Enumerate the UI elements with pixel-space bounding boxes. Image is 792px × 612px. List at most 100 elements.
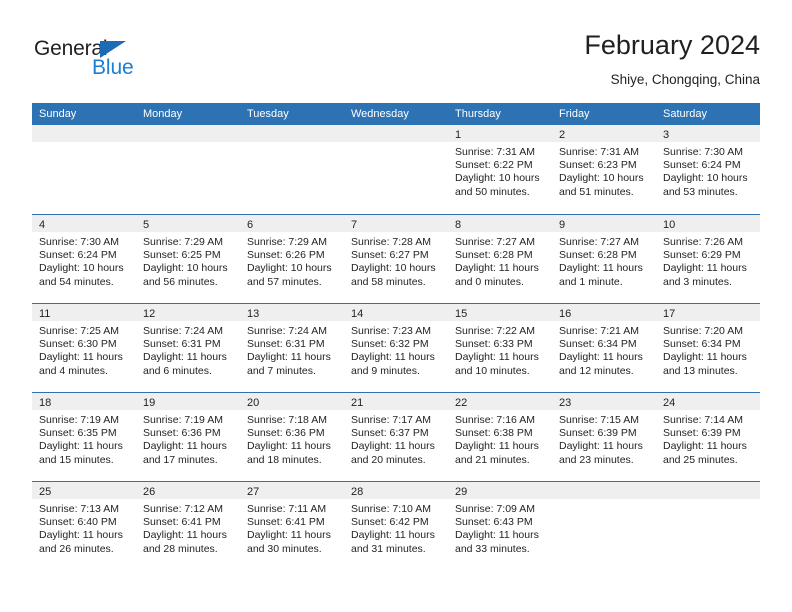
calendar-day-cell[interactable]: 23 Sunrise: 7:15 AM Sunset: 6:39 PM Dayl… — [552, 393, 656, 481]
daylight-text-line2: and 50 minutes. — [455, 185, 530, 198]
day-number: 5 — [143, 219, 150, 231]
daylight-text-line2: and 15 minutes. — [39, 453, 114, 466]
sunset-text: Sunset: 6:34 PM — [559, 338, 637, 351]
day-number: 21 — [351, 397, 364, 409]
page-subtitle-location: Shiye, Chongqing, China — [610, 72, 760, 87]
daylight-text-line2: and 28 minutes. — [143, 542, 218, 555]
day-details: Sunrise: 7:31 AM Sunset: 6:23 PM Dayligh… — [552, 142, 656, 199]
calendar-day-cell[interactable]: 3 Sunrise: 7:30 AM Sunset: 6:24 PM Dayli… — [656, 125, 760, 214]
title-block: February 2024 Shiye, Chongqing, China — [584, 28, 760, 90]
day-details: Sunrise: 7:19 AM Sunset: 6:35 PM Dayligh… — [32, 410, 136, 467]
sunset-text: Sunset: 6:41 PM — [143, 516, 221, 529]
day-details: Sunrise: 7:24 AM Sunset: 6:31 PM Dayligh… — [136, 321, 240, 378]
daylight-text-line1: Daylight: 11 hours — [143, 440, 227, 453]
calendar-grid: Sunday Monday Tuesday Wednesday Thursday… — [32, 103, 760, 570]
calendar-day-cell[interactable]: 17 Sunrise: 7:20 AM Sunset: 6:34 PM Dayl… — [656, 304, 760, 392]
calendar-day-cell[interactable] — [552, 482, 656, 570]
daylight-text-line1: Daylight: 11 hours — [247, 351, 331, 364]
sunrise-text: Sunrise: 7:20 AM — [663, 325, 743, 337]
day-number: 22 — [455, 397, 468, 409]
daylight-text-line1: Daylight: 10 hours — [559, 172, 644, 185]
daylight-text-line2: and 54 minutes. — [39, 275, 114, 288]
calendar-day-cell[interactable]: 10 Sunrise: 7:26 AM Sunset: 6:29 PM Dayl… — [656, 215, 760, 303]
calendar-day-cell[interactable]: 7 Sunrise: 7:28 AM Sunset: 6:27 PM Dayli… — [344, 215, 448, 303]
calendar-day-cell[interactable]: 11 Sunrise: 7:25 AM Sunset: 6:30 PM Dayl… — [32, 304, 136, 392]
calendar-day-cell[interactable]: 13 Sunrise: 7:24 AM Sunset: 6:31 PM Dayl… — [240, 304, 344, 392]
day-number-band: 12 — [136, 304, 240, 321]
calendar-day-cell[interactable]: 21 Sunrise: 7:17 AM Sunset: 6:37 PM Dayl… — [344, 393, 448, 481]
calendar-day-cell[interactable] — [344, 125, 448, 214]
calendar-day-cell[interactable]: 15 Sunrise: 7:22 AM Sunset: 6:33 PM Dayl… — [448, 304, 552, 392]
day-number: 2 — [559, 129, 566, 141]
page-title: February 2024 — [584, 30, 760, 60]
calendar-day-cell[interactable]: 16 Sunrise: 7:21 AM Sunset: 6:34 PM Dayl… — [552, 304, 656, 392]
calendar-day-cell[interactable]: 4 Sunrise: 7:30 AM Sunset: 6:24 PM Dayli… — [32, 215, 136, 303]
calendar-day-cell[interactable]: 28 Sunrise: 7:10 AM Sunset: 6:42 PM Dayl… — [344, 482, 448, 570]
daylight-text-line2: and 23 minutes. — [559, 453, 634, 466]
sunrise-text: Sunrise: 7:31 AM — [559, 146, 639, 158]
day-number: 12 — [143, 308, 156, 320]
calendar-day-cell[interactable]: 14 Sunrise: 7:23 AM Sunset: 6:32 PM Dayl… — [344, 304, 448, 392]
daylight-text-line1: Daylight: 11 hours — [559, 440, 643, 453]
day-details: Sunrise: 7:11 AM Sunset: 6:41 PM Dayligh… — [240, 499, 344, 556]
daylight-text-line1: Daylight: 11 hours — [143, 351, 227, 364]
calendar-day-cell[interactable]: 18 Sunrise: 7:19 AM Sunset: 6:35 PM Dayl… — [32, 393, 136, 481]
weekday-header-thursday: Thursday — [455, 108, 501, 120]
calendar-week-row: 18 Sunrise: 7:19 AM Sunset: 6:35 PM Dayl… — [32, 392, 760, 481]
day-details: Sunrise: 7:26 AM Sunset: 6:29 PM Dayligh… — [656, 232, 760, 289]
sunrise-text: Sunrise: 7:17 AM — [351, 414, 431, 426]
sunrise-text: Sunrise: 7:24 AM — [247, 325, 327, 337]
day-number: 26 — [143, 486, 156, 498]
calendar-day-cell[interactable]: 9 Sunrise: 7:27 AM Sunset: 6:28 PM Dayli… — [552, 215, 656, 303]
daylight-text-line1: Daylight: 11 hours — [663, 440, 747, 453]
calendar-day-cell[interactable]: 12 Sunrise: 7:24 AM Sunset: 6:31 PM Dayl… — [136, 304, 240, 392]
sunrise-text: Sunrise: 7:27 AM — [559, 236, 639, 248]
day-number: 13 — [247, 308, 260, 320]
calendar-day-cell[interactable]: 6 Sunrise: 7:29 AM Sunset: 6:26 PM Dayli… — [240, 215, 344, 303]
calendar-day-cell[interactable]: 8 Sunrise: 7:27 AM Sunset: 6:28 PM Dayli… — [448, 215, 552, 303]
daylight-text-line1: Daylight: 10 hours — [247, 262, 332, 275]
day-number-band: 9 — [552, 215, 656, 232]
day-details: Sunrise: 7:21 AM Sunset: 6:34 PM Dayligh… — [552, 321, 656, 378]
calendar-day-cell[interactable]: 22 Sunrise: 7:16 AM Sunset: 6:38 PM Dayl… — [448, 393, 552, 481]
calendar-day-cell[interactable]: 2 Sunrise: 7:31 AM Sunset: 6:23 PM Dayli… — [552, 125, 656, 214]
day-number-band: 26 — [136, 482, 240, 499]
calendar-day-cell[interactable]: 26 Sunrise: 7:12 AM Sunset: 6:41 PM Dayl… — [136, 482, 240, 570]
calendar-day-cell[interactable]: 29 Sunrise: 7:09 AM Sunset: 6:43 PM Dayl… — [448, 482, 552, 570]
sunset-text: Sunset: 6:39 PM — [559, 427, 637, 440]
general-blue-logo: General Blue — [34, 38, 234, 88]
day-number-band — [240, 125, 344, 142]
day-details: Sunrise: 7:18 AM Sunset: 6:36 PM Dayligh… — [240, 410, 344, 467]
day-number-band: 14 — [344, 304, 448, 321]
day-number — [136, 129, 143, 141]
daylight-text-line1: Daylight: 11 hours — [663, 262, 747, 275]
calendar-day-cell[interactable] — [136, 125, 240, 214]
calendar-day-cell[interactable]: 1 Sunrise: 7:31 AM Sunset: 6:22 PM Dayli… — [448, 125, 552, 214]
day-number-band: 3 — [656, 125, 760, 142]
day-details: Sunrise: 7:29 AM Sunset: 6:25 PM Dayligh… — [136, 232, 240, 289]
day-number-band: 10 — [656, 215, 760, 232]
calendar-page: General Blue February 2024 Shiye, Chongq… — [0, 0, 792, 612]
calendar-week-row: 1 Sunrise: 7:31 AM Sunset: 6:22 PM Dayli… — [32, 125, 760, 214]
calendar-day-cell[interactable] — [656, 482, 760, 570]
day-number-band: 16 — [552, 304, 656, 321]
calendar-day-cell[interactable]: 24 Sunrise: 7:14 AM Sunset: 6:39 PM Dayl… — [656, 393, 760, 481]
daylight-text-line1: Daylight: 11 hours — [663, 351, 747, 364]
calendar-day-cell[interactable]: 20 Sunrise: 7:18 AM Sunset: 6:36 PM Dayl… — [240, 393, 344, 481]
calendar-day-cell[interactable]: 19 Sunrise: 7:19 AM Sunset: 6:36 PM Dayl… — [136, 393, 240, 481]
calendar-day-cell[interactable] — [32, 125, 136, 214]
sunrise-text: Sunrise: 7:15 AM — [559, 414, 639, 426]
page-header: General Blue February 2024 Shiye, Chongq… — [32, 28, 760, 94]
sunset-text: Sunset: 6:31 PM — [143, 338, 221, 351]
day-details — [136, 142, 240, 146]
daylight-text-line2: and 21 minutes. — [455, 453, 530, 466]
calendar-day-cell[interactable]: 25 Sunrise: 7:13 AM Sunset: 6:40 PM Dayl… — [32, 482, 136, 570]
day-details: Sunrise: 7:28 AM Sunset: 6:27 PM Dayligh… — [344, 232, 448, 289]
calendar-day-cell[interactable]: 5 Sunrise: 7:29 AM Sunset: 6:25 PM Dayli… — [136, 215, 240, 303]
calendar-day-cell[interactable]: 27 Sunrise: 7:11 AM Sunset: 6:41 PM Dayl… — [240, 482, 344, 570]
day-number — [552, 486, 559, 498]
day-number-band: 27 — [240, 482, 344, 499]
sunrise-text: Sunrise: 7:11 AM — [247, 503, 327, 515]
day-details: Sunrise: 7:27 AM Sunset: 6:28 PM Dayligh… — [552, 232, 656, 289]
calendar-day-cell[interactable] — [240, 125, 344, 214]
